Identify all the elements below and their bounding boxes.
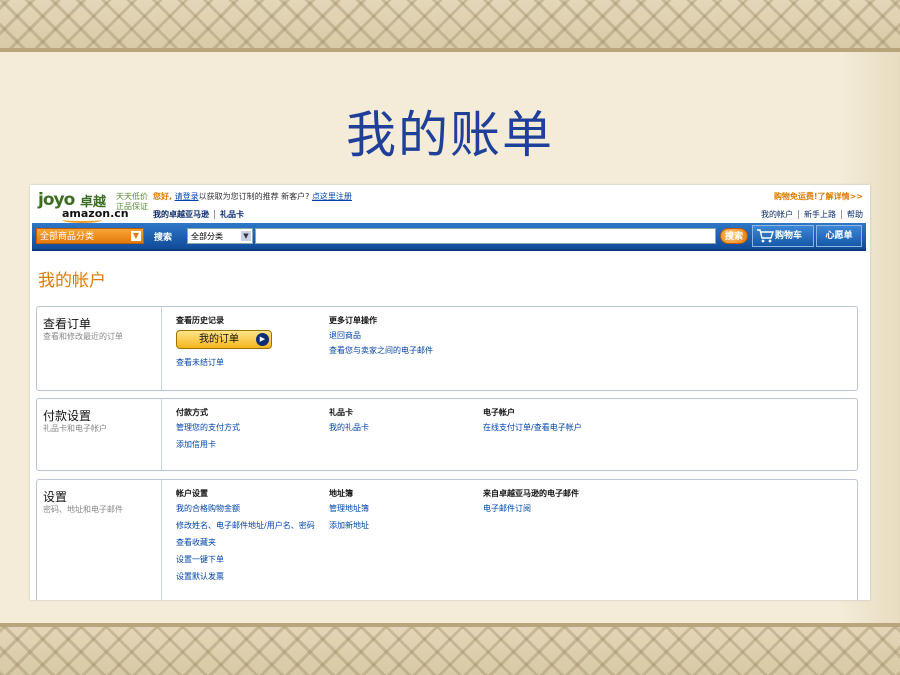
giftcard-heading: 礼品卡 [329, 408, 353, 417]
account-settings-heading: 帐户设置 [176, 489, 208, 498]
panel-divider [161, 399, 162, 470]
order-history-heading: 查看历史记录 [176, 316, 224, 325]
subnav-giftcard[interactable]: 礼品卡 [220, 210, 244, 219]
wishlist-button[interactable]: 心愿单 [816, 225, 862, 247]
orders-panel: 查看订单 查看和修改最近的订单 查看历史记录 我的订单 ▶ 查看未结订单 更多订… [36, 306, 858, 391]
e-account-link[interactable]: 在线支付订单/查看电子帐户 [483, 422, 582, 433]
payment-title: 付款设置 [43, 409, 92, 423]
order-history-column: 查看历史记录 我的订单 ▶ 查看未结订单 [176, 315, 272, 374]
seller-emails-link[interactable]: 查看您与卖家之间的电子邮件 [329, 345, 433, 356]
page-title: 我的帐户 [38, 271, 106, 291]
payment-desc: 礼品卡和电子帐户 [43, 424, 107, 433]
one-click-link[interactable]: 设置一键下单 [176, 554, 315, 565]
payment-panel: 付款设置 礼品卡和电子帐户 付款方式 管理您的支付方式 添加信用卡 礼品卡 我的… [36, 398, 858, 471]
toplink-separator [798, 210, 799, 219]
address-book-column: 地址簿 管理地址簿 添加新地址 [329, 488, 369, 537]
toplink-separator [841, 210, 842, 219]
more-order-actions-column: 更多订单操作 退回商品 查看您与卖家之间的电子邮件 [329, 315, 433, 362]
settings-title: 设置 [43, 490, 68, 504]
slide-title: 我的账单 [346, 106, 554, 164]
giftcard-column: 礼品卡 我的礼品卡 [329, 407, 369, 439]
my-orders-label: 我的订单 [199, 334, 239, 345]
decorative-bottom-border [0, 623, 900, 675]
return-items-link[interactable]: 退回商品 [329, 330, 433, 341]
greeting-hello: 您好, [153, 192, 173, 201]
play-arrow-icon: ▶ [256, 333, 269, 346]
add-address-link[interactable]: 添加新地址 [329, 520, 369, 531]
register-link[interactable]: 点这里注册 [312, 192, 352, 201]
my-orders-button[interactable]: 我的订单 ▶ [176, 330, 272, 349]
subnav-separator [214, 210, 215, 219]
e-account-heading: 电子帐户 [483, 408, 515, 417]
payment-methods-heading: 付款方式 [176, 408, 208, 417]
chevron-down-icon: ▼ [131, 231, 141, 241]
eligible-amount-link[interactable]: 我的合格购物金额 [176, 503, 315, 514]
email-heading: 来自卓越亚马逊的电子邮件 [483, 489, 579, 498]
manage-address-link[interactable]: 管理地址簿 [329, 503, 369, 514]
top-links: 我的帐户 新手上路 帮助 [761, 209, 863, 220]
email-subscription-link[interactable]: 电子邮件订阅 [483, 503, 579, 514]
greeting: 您好, 请登录以获取为您订制的推荐 新客户? 点这里注册 [153, 191, 352, 202]
logo-slogan: 天天低价 正品保证 [116, 192, 148, 211]
orders-desc: 查看和修改最近的订单 [43, 332, 123, 341]
panel-divider [161, 307, 162, 390]
search-label: 搜索 [154, 233, 173, 243]
greeting-text: 以获取为您订制的推荐 新客户? [198, 192, 310, 201]
shopping-cart-icon [757, 229, 774, 243]
email-column: 来自卓越亚马逊的电子邮件 电子邮件订阅 [483, 488, 579, 520]
add-credit-card-link[interactable]: 添加信用卡 [176, 439, 240, 450]
toplink-help[interactable]: 帮助 [847, 210, 863, 219]
orders-title: 查看订单 [43, 317, 92, 331]
search-input[interactable] [255, 228, 716, 244]
address-book-heading: 地址簿 [329, 489, 353, 498]
account-settings-column: 帐户设置 我的合格购物金额 修改姓名、电子邮件地址/用户名、密码 查看收藏夹 设… [176, 488, 315, 588]
cart-label: 购物车 [775, 231, 803, 241]
toplink-newbie[interactable]: 新手上路 [804, 210, 836, 219]
open-orders-link[interactable]: 查看未结订单 [176, 357, 272, 368]
cart-button[interactable]: 购物车 [752, 225, 814, 247]
search-bar: 全部商品分类 ▼ 搜索 全部分类 ▼ 搜索 购物车 心愿单 [32, 223, 866, 251]
my-giftcard-link[interactable]: 我的礼品卡 [329, 422, 369, 433]
subnav-my-amazon[interactable]: 我的卓越亚马逊 [153, 210, 209, 219]
manage-payment-link[interactable]: 管理您的支付方式 [176, 422, 240, 433]
chevron-down-icon: ▼ [241, 231, 251, 241]
settings-panel: 设置 密码、地址和电子邮件 帐户设置 我的合格购物金额 修改姓名、电子邮件地址/… [36, 479, 858, 600]
joyo-amazon-logo[interactable]: joyo 卓越 amazon.cn 天天低价 正品保证 [38, 190, 148, 223]
sub-navigation: 我的卓越亚马逊 礼品卡 [153, 209, 244, 220]
e-account-column: 电子帐户 在线支付订单/查看电子帐户 [483, 407, 582, 439]
search-scope-select[interactable]: 全部分类 ▼ [187, 228, 253, 244]
account-page-screenshot: joyo 卓越 amazon.cn 天天低价 正品保证 您好, 请登录以获取为您… [30, 185, 870, 600]
all-categories-dropdown[interactable]: 全部商品分类 ▼ [36, 228, 144, 244]
decorative-top-border [0, 0, 900, 52]
search-button[interactable]: 搜索 [720, 228, 748, 244]
login-link[interactable]: 请登录 [175, 192, 199, 201]
settings-desc: 密码、地址和电子邮件 [43, 505, 123, 514]
search-scope-value: 全部分类 [191, 232, 223, 241]
panel-divider [161, 480, 162, 600]
payment-methods-column: 付款方式 管理您的支付方式 添加信用卡 [176, 407, 240, 456]
all-categories-label: 全部商品分类 [40, 232, 95, 242]
more-order-actions-heading: 更多订单操作 [329, 316, 377, 325]
favorites-link[interactable]: 查看收藏夹 [176, 537, 315, 548]
free-shipping-promo-link[interactable]: 购物免运费!了解详情>> [774, 191, 863, 202]
toplink-my-account[interactable]: 我的帐户 [761, 210, 793, 219]
default-invoice-link[interactable]: 设置默认发票 [176, 571, 315, 582]
edit-profile-link[interactable]: 修改姓名、电子邮件地址/用户名、密码 [176, 520, 315, 531]
